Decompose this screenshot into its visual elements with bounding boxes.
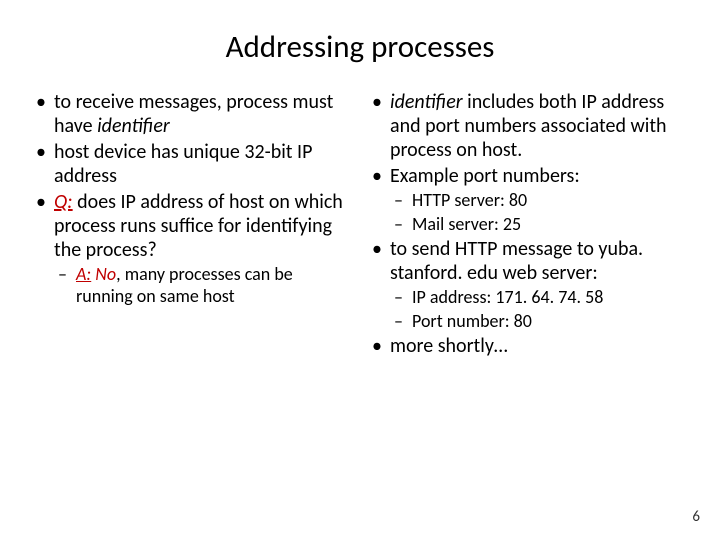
text: host device has unique 32-bit IP address (54, 140, 312, 188)
text: to receive messages, process must have (54, 90, 333, 138)
bullet-item: to send HTTP message to yuba. stanford. … (368, 237, 688, 332)
left-column: to receive messages, process must have i… (32, 90, 352, 360)
bullet-item: identifier includes both IP address and … (368, 90, 688, 162)
sub-list: IP address: 171. 64. 74. 58 Port number:… (390, 287, 688, 332)
slide-title: Addressing processes (32, 28, 688, 66)
text: Example port numbers: (390, 164, 580, 188)
text: IP address: 171. 64. 74. 58 (412, 286, 603, 308)
text: Mail server: 25 (412, 213, 521, 235)
bullet-item: to receive messages, process must have i… (32, 90, 352, 138)
a-no: No (91, 263, 116, 285)
content-columns: to receive messages, process must have i… (32, 90, 688, 360)
page-number: 6 (692, 508, 700, 526)
text: more shortly… (390, 334, 508, 358)
bullet-item: host device has unique 32-bit IP address (32, 140, 352, 188)
sub-list: HTTP server: 80 Mail server: 25 (390, 190, 688, 235)
identifier-term: identifier (97, 114, 170, 138)
sub-bullet-item: HTTP server: 80 (390, 190, 688, 212)
sub-bullet-item: IP address: 171. 64. 74. 58 (390, 287, 688, 309)
text: to send HTTP message to yuba. stanford. … (390, 237, 643, 285)
sub-bullet-item: Port number: 80 (390, 311, 688, 333)
left-bullet-list: to receive messages, process must have i… (32, 90, 352, 307)
q-label: Q: (54, 190, 73, 214)
sub-bullet-item: Mail server: 25 (390, 214, 688, 236)
right-column: identifier includes both IP address and … (368, 90, 688, 360)
bullet-item: Example port numbers: HTTP server: 80 Ma… (368, 164, 688, 235)
right-bullet-list: identifier includes both IP address and … (368, 90, 688, 358)
a-label: A: (76, 263, 91, 285)
text: does IP address of host on which process… (54, 190, 343, 262)
text: Port number: 80 (412, 310, 532, 332)
slide: Addressing processes to receive messages… (0, 0, 720, 540)
bullet-item: Q: does IP address of host on which proc… (32, 190, 352, 307)
sub-list: A: No, many processes can be running on … (54, 264, 352, 307)
identifier-term: identifier (390, 90, 463, 114)
bullet-item: more shortly… (368, 334, 688, 358)
sub-bullet-item: A: No, many processes can be running on … (54, 264, 352, 307)
text: HTTP server: 80 (412, 189, 527, 211)
